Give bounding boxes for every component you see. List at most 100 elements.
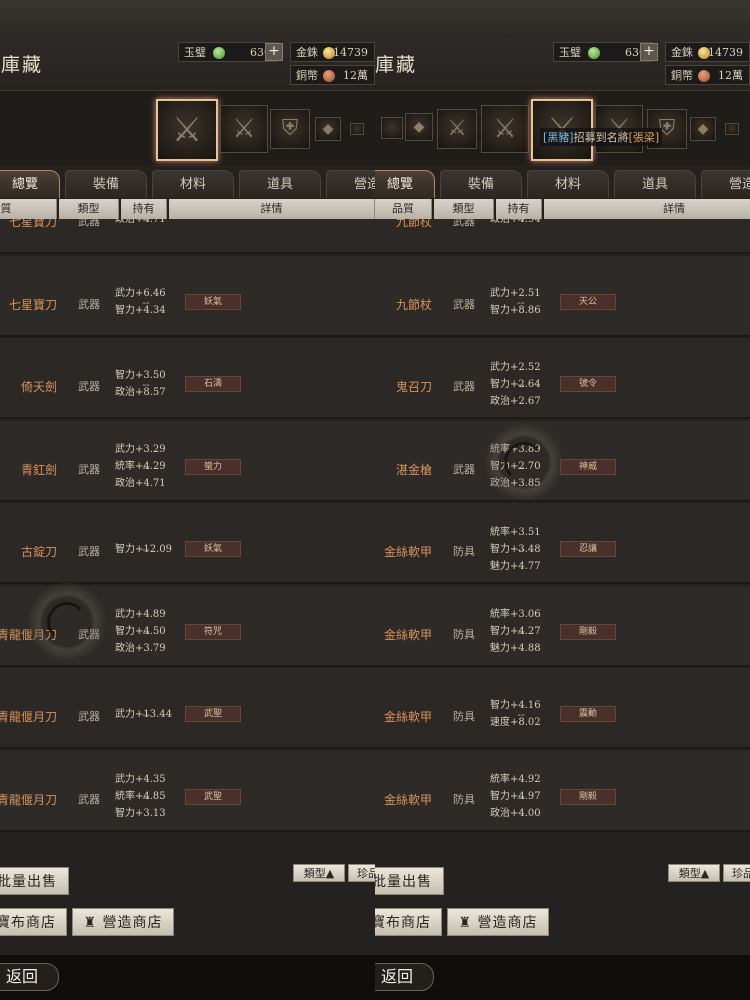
stat-line: 統率+4.85	[115, 791, 166, 802]
table-row[interactable]: 九節杖 武器 -- 武力+2.51 智力+8.86 天公	[375, 255, 750, 337]
sort-rare-button[interactable]: 珍品	[723, 864, 750, 882]
col-quality[interactable]: 品質	[375, 199, 432, 219]
sort-type-button[interactable]: 類型▲	[668, 864, 720, 882]
gold-currency: 金銖 14739	[665, 42, 750, 62]
table-row[interactable]: 青釭劍 武器 -- 武力+3.29 統率+4.29 政治+4.71 蠻力	[0, 420, 375, 502]
col-details[interactable]: 詳情	[544, 199, 750, 219]
col-type[interactable]: 類型	[434, 199, 494, 219]
item-name: 金絲軟甲	[383, 792, 432, 807]
col-quality[interactable]: 品質	[0, 199, 57, 219]
bulk-sell-button[interactable]: 批量出售	[0, 867, 69, 895]
tab-equipment[interactable]: 裝備	[65, 170, 147, 198]
back-button[interactable]: 返回	[375, 963, 434, 991]
table-row[interactable]: 金絲軟甲 防具 -- 統率+4.92 智力+4.97 政治+4.00 剛毅	[375, 750, 750, 832]
item-thumb[interactable]	[725, 123, 739, 135]
item-tag-badge: 天公	[560, 293, 616, 310]
item-table: 七星寶刀 武器 -- 政治+4.71 七星寶刀 武器 -- 武力+6.46 智力+4.34 妖氣倚…	[0, 219, 375, 849]
item-stats: 統率+3.06 智力+4.27 魅力+4.88	[490, 606, 570, 657]
tab-materials[interactable]: 材料	[527, 170, 609, 198]
item-stats: 政治+4.71	[115, 219, 195, 228]
table-row[interactable]: 青龍偃月刀 武器 -- 武力+13.44 武聖	[0, 668, 375, 749]
item-thumb[interactable]: ⚔	[220, 105, 268, 153]
sort-rare-button[interactable]: 珍品	[348, 864, 375, 882]
col-details[interactable]: 詳情	[169, 199, 375, 219]
item-thumb[interactable]: ⚔	[481, 105, 529, 153]
item-type: 防具	[453, 627, 475, 641]
table-row[interactable]: 七星寶刀 武器 -- 武力+6.46 智力+4.34 妖氣	[0, 255, 375, 337]
item-type: 武器	[78, 297, 100, 311]
table-row[interactable]: 鬼召刀 武器 -- 武力+2.52 智力+2.64 政治+2.67 號令	[375, 338, 750, 419]
armor-icon: ⛨	[281, 116, 299, 141]
tab-equipment[interactable]: 裝備	[440, 170, 522, 198]
cloth-shop-button[interactable]: 寶布商店	[375, 908, 442, 936]
item-name: 七星寶刀	[8, 297, 57, 312]
item-tag-badge: 武聖	[185, 706, 241, 722]
col-held[interactable]: 持有	[121, 199, 167, 219]
add-jade-button[interactable]: +	[265, 43, 283, 61]
table-row[interactable]: 七星寶刀 武器 -- 政治+4.71	[0, 219, 375, 254]
stat-line: 武力+2.52	[490, 361, 541, 373]
item-thumb[interactable]: ◆	[690, 117, 716, 141]
cloth-shop-button[interactable]: 寶布商店	[0, 908, 67, 936]
recruit-notice: [黑豬]招募到名將[張梁]	[540, 128, 663, 146]
top-bar	[375, 0, 750, 38]
tab-items[interactable]: 道具	[614, 170, 696, 198]
loading-spinner	[484, 422, 564, 502]
table-row[interactable]: 古錠刀 武器 -- 智力+12.09 妖氣	[0, 503, 375, 584]
item-icon: ◆	[697, 121, 709, 137]
table-row[interactable]: 九節杖 武器 -- 政治+4.94	[375, 219, 750, 254]
loading-spinner	[27, 582, 107, 662]
table-row[interactable]: 金絲軟甲 防具 -- 統率+3.51 智力+3.48 魅力+4.77 忍讓	[375, 503, 750, 584]
item-stats: 武力+6.46 智力+4.34	[115, 285, 195, 319]
selected-item-thumb[interactable]: ⚔	[156, 99, 218, 161]
item-thumb[interactable]: ⛨	[270, 109, 310, 149]
item-thumb[interactable]: ◆	[315, 117, 341, 141]
build-shop-button[interactable]: ♜ 營造商店	[72, 908, 174, 936]
item-thumb[interactable]: ⚔	[437, 109, 477, 149]
sort-type-button[interactable]: 類型▲	[293, 864, 345, 882]
tab-materials[interactable]: 材料	[152, 170, 234, 198]
item-stats: 武力+2.52 智力+2.64 政治+2.67	[490, 359, 570, 410]
tower-icon: ♜	[83, 915, 98, 931]
bulk-sell-button[interactable]: 批量出售	[375, 867, 444, 895]
stat-line: 統率+3.06	[490, 609, 541, 620]
tab-bar: 總覽 裝備 材料 道具 營造	[0, 170, 375, 198]
item-type: 武器	[78, 462, 100, 476]
copper-currency: 銅幣 12萬	[290, 65, 375, 85]
item-type: 武器	[453, 380, 475, 393]
item-thumb[interactable]	[350, 123, 364, 135]
table-row[interactable]: 金絲軟甲 防具 -- 智力+4.16 速度+8.02 震動	[375, 668, 750, 749]
stat-line: 智力+8.86	[490, 304, 541, 316]
col-held[interactable]: 持有	[496, 199, 542, 219]
item-tag-badge: 符咒	[185, 623, 241, 640]
stat-line: 智力+4.50	[115, 626, 166, 637]
item-thumb[interactable]: ◆	[405, 113, 433, 141]
stat-line: 智力+3.13	[115, 808, 166, 819]
build-shop-button[interactable]: ♜ 營造商店	[447, 908, 549, 936]
col-type[interactable]: 類型	[59, 199, 119, 219]
top-bar	[0, 0, 375, 38]
jade-coin-icon	[213, 47, 225, 59]
item-type: 武器	[78, 380, 100, 393]
stat-line: 武力+6.46	[115, 287, 166, 299]
table-row[interactable]: 倚天劍 武器 -- 智力+3.50 政治+8.57 石濤	[0, 338, 375, 419]
stat-line: 政治+8.57	[115, 387, 166, 398]
table-row[interactable]: 青龍偃月刀 武器 -- 武力+4.35 統率+4.85 智力+3.13 武聖	[0, 750, 375, 832]
table-row[interactable]: 金絲軟甲 防具 -- 統率+3.06 智力+4.27 魅力+4.88 剛毅	[375, 585, 750, 667]
item-tag-badge: 妖氣	[185, 541, 241, 557]
tab-construction[interactable]: 營造	[701, 170, 750, 198]
tab-construction[interactable]: 營造	[326, 170, 375, 198]
back-button[interactable]: 返回	[0, 963, 59, 991]
item-stats: 武力+13.44	[115, 706, 195, 723]
item-name: 九節杖	[395, 219, 432, 229]
item-thumb[interactable]	[381, 117, 403, 139]
stat-line: 武力+4.89	[115, 609, 166, 620]
add-jade-button[interactable]: +	[640, 43, 658, 61]
item-name: 古錠刀	[20, 545, 57, 559]
jade-currency: 玉璧 630	[178, 42, 278, 62]
tab-items[interactable]: 道具	[239, 170, 321, 198]
tab-overview[interactable]: 總覽	[0, 170, 60, 198]
copper-currency: 銅幣 12萬	[665, 65, 750, 85]
stat-line: 政治+3.79	[115, 643, 166, 654]
tab-overview[interactable]: 總覽	[375, 170, 435, 198]
